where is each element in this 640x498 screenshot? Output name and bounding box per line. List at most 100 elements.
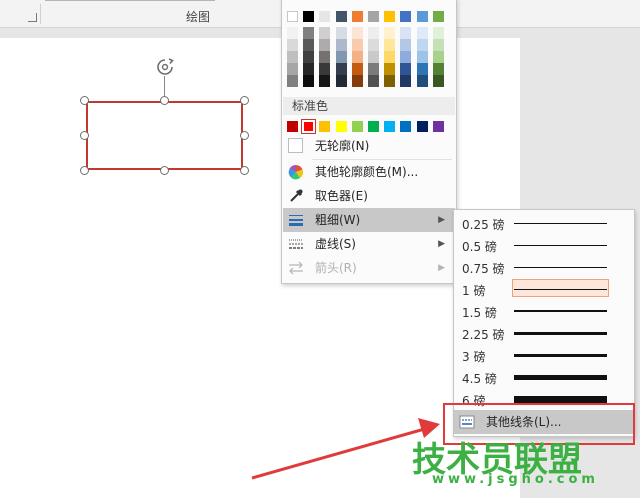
theme-color-swatch[interactable]: [351, 11, 363, 22]
theme-color-swatch[interactable]: [319, 51, 331, 63]
theme-color-swatch[interactable]: [368, 11, 379, 22]
theme-color-swatch[interactable]: [351, 27, 363, 39]
theme-color-swatch[interactable]: [303, 27, 315, 39]
theme-color-swatch[interactable]: [303, 11, 315, 22]
theme-color-swatch[interactable]: [400, 51, 412, 63]
arrows-item[interactable]: 箭头(R) ▶: [283, 256, 455, 280]
theme-color-swatch[interactable]: [303, 63, 315, 75]
no-outline-item[interactable]: 无轮廓(N): [283, 134, 455, 158]
theme-color-swatch[interactable]: [384, 75, 396, 87]
standard-color-swatch[interactable]: [384, 121, 396, 132]
theme-color-swatch[interactable]: [303, 39, 315, 51]
theme-color-swatch[interactable]: [400, 63, 412, 75]
no-outline-swatch-icon: [288, 138, 303, 153]
theme-color-swatch[interactable]: [351, 51, 363, 63]
theme-color-swatch[interactable]: [368, 75, 379, 87]
resize-handle-bottom[interactable]: [160, 166, 169, 175]
line-weight-option[interactable]: 4.5 磅: [454, 366, 634, 388]
theme-color-swatch[interactable]: [303, 51, 315, 63]
theme-color-swatch[interactable]: [351, 39, 363, 51]
selected-rectangle-shape[interactable]: [86, 101, 243, 170]
standard-color-swatch[interactable]: [287, 121, 298, 132]
theme-color-swatch[interactable]: [287, 27, 298, 39]
theme-color-swatch[interactable]: [319, 39, 331, 51]
theme-color-swatch[interactable]: [335, 11, 347, 22]
theme-color-swatch[interactable]: [368, 63, 379, 75]
theme-color-swatch[interactable]: [400, 75, 412, 87]
line-weight-option[interactable]: 0.25 磅: [454, 212, 634, 234]
theme-color-swatch[interactable]: [351, 63, 363, 75]
standard-colors-label: 标准色: [283, 97, 455, 115]
line-weight-option[interactable]: 0.75 磅: [454, 256, 634, 278]
theme-color-swatch[interactable]: [351, 75, 363, 87]
theme-color-swatch[interactable]: [384, 63, 396, 75]
standard-color-swatch[interactable]: [335, 121, 347, 132]
theme-color-swatch[interactable]: [287, 11, 298, 22]
theme-color-swatch[interactable]: [384, 27, 396, 39]
theme-color-swatch[interactable]: [319, 11, 331, 22]
theme-color-swatch[interactable]: [416, 51, 428, 63]
standard-color-swatch[interactable]: [432, 121, 444, 132]
theme-color-swatch[interactable]: [335, 27, 347, 39]
resize-handle-top[interactable]: [160, 96, 169, 105]
theme-color-swatch[interactable]: [384, 11, 396, 22]
theme-color-swatch[interactable]: [319, 27, 331, 39]
resize-handle-top-right[interactable]: [240, 96, 249, 105]
more-outline-colors-item[interactable]: 其他轮廓颜色(M)...: [283, 160, 455, 184]
theme-color-swatch[interactable]: [400, 39, 412, 51]
line-weight-option[interactable]: 1 磅: [454, 278, 634, 300]
theme-color-swatch[interactable]: [287, 75, 298, 87]
theme-color-swatch[interactable]: [287, 39, 298, 51]
theme-color-swatch[interactable]: [416, 11, 428, 22]
theme-color-swatch[interactable]: [416, 27, 428, 39]
theme-color-swatch[interactable]: [432, 11, 444, 22]
dashes-item[interactable]: 虚线(S) ▶: [283, 232, 455, 256]
rotate-handle-icon[interactable]: [155, 57, 175, 77]
theme-color-swatch[interactable]: [416, 75, 428, 87]
resize-handle-left[interactable]: [80, 131, 89, 140]
theme-color-swatch[interactable]: [319, 63, 331, 75]
theme-color-swatch[interactable]: [335, 75, 347, 87]
theme-color-swatch[interactable]: [368, 51, 379, 63]
theme-color-swatch[interactable]: [432, 39, 444, 51]
standard-color-swatch[interactable]: [400, 121, 412, 132]
theme-color-swatch[interactable]: [400, 11, 412, 22]
line-weight-option[interactable]: 2.25 磅: [454, 322, 634, 344]
theme-color-swatch[interactable]: [287, 51, 298, 63]
theme-color-swatch[interactable]: [287, 63, 298, 75]
theme-color-swatch[interactable]: [432, 27, 444, 39]
watermark: 技术员联盟 www.jsgho.com: [412, 432, 612, 492]
theme-color-swatch[interactable]: [319, 75, 331, 87]
standard-color-swatch[interactable]: [368, 121, 379, 132]
theme-color-swatch[interactable]: [416, 39, 428, 51]
line-weight-option[interactable]: 0.5 磅: [454, 234, 634, 256]
standard-color-swatch[interactable]: [351, 121, 363, 132]
theme-color-swatch[interactable]: [303, 75, 315, 87]
eyedropper-item[interactable]: 取色器(E): [283, 184, 455, 208]
standard-color-swatch[interactable]: [416, 121, 428, 132]
resize-handle-right[interactable]: [240, 131, 249, 140]
resize-handle-top-left[interactable]: [80, 96, 89, 105]
theme-color-swatch[interactable]: [368, 39, 379, 51]
line-weight-option[interactable]: 3 磅: [454, 344, 634, 366]
theme-color-swatch[interactable]: [432, 63, 444, 75]
theme-color-swatch[interactable]: [335, 63, 347, 75]
weight-item[interactable]: 粗细(W) ▶: [283, 208, 455, 232]
standard-color-swatch[interactable]: [319, 121, 331, 132]
theme-color-swatch[interactable]: [335, 39, 347, 51]
eyedropper-label: 取色器(E): [315, 189, 368, 203]
theme-color-swatch[interactable]: [432, 75, 444, 87]
theme-color-swatch[interactable]: [400, 27, 412, 39]
theme-color-swatch[interactable]: [368, 27, 379, 39]
dialog-launcher-icon[interactable]: [28, 13, 37, 22]
line-weight-option[interactable]: 1.5 磅: [454, 300, 634, 322]
resize-handle-bottom-right[interactable]: [240, 166, 249, 175]
theme-color-swatch[interactable]: [335, 51, 347, 63]
standard-color-swatch[interactable]: [301, 119, 317, 134]
line-weight-label: 0.75 磅: [462, 262, 505, 276]
theme-color-swatch[interactable]: [416, 63, 428, 75]
theme-color-swatch[interactable]: [384, 51, 396, 63]
resize-handle-bottom-left[interactable]: [80, 166, 89, 175]
theme-color-swatch[interactable]: [432, 51, 444, 63]
theme-color-swatch[interactable]: [384, 39, 396, 51]
